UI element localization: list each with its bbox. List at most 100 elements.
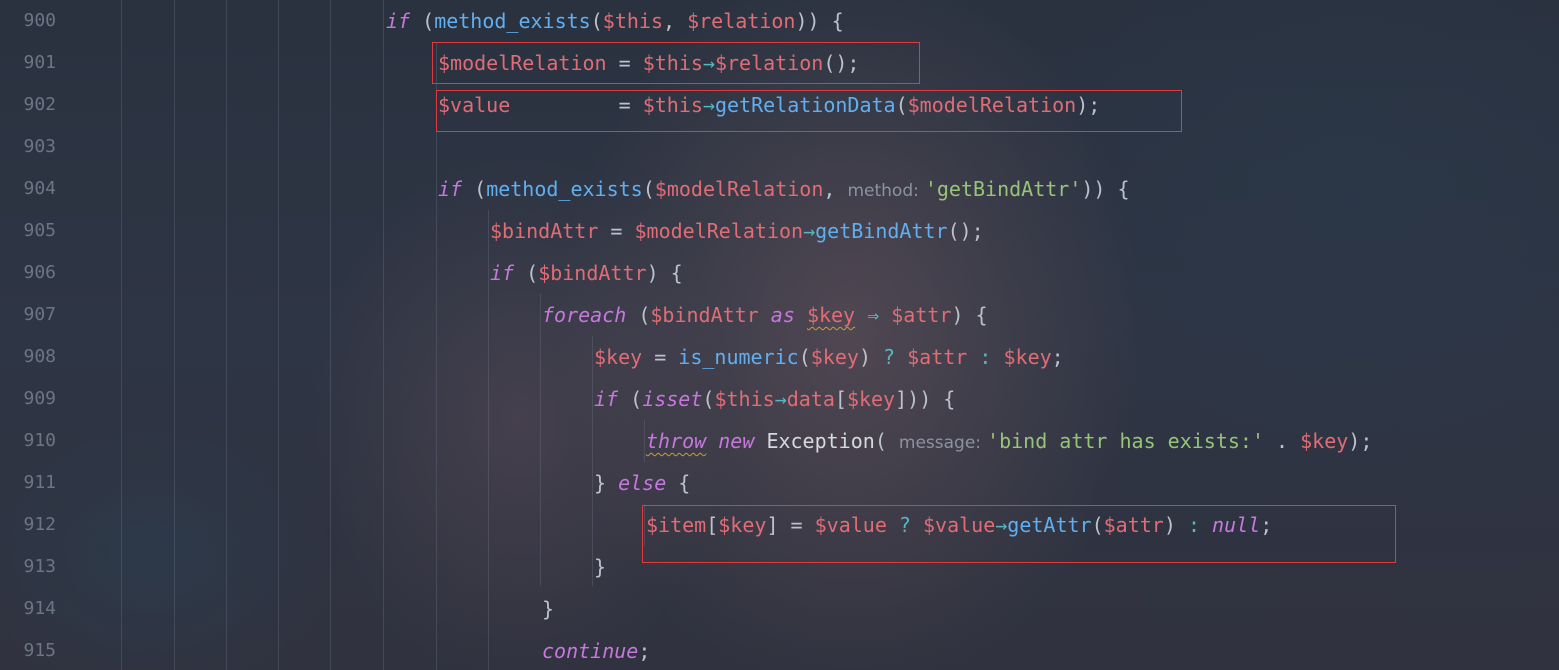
parameter-hint: method: (847, 181, 919, 201)
indent-guide (226, 0, 227, 670)
punctuation: ( (618, 387, 643, 411)
line-number: 901 (23, 52, 56, 73)
indent-guide (644, 420, 645, 462)
arrow-operator: ⇒ (855, 303, 892, 327)
punctuation: ) { (951, 303, 988, 327)
string-literal: 'getBindAttr' (924, 177, 1082, 201)
punctuation (967, 345, 979, 369)
indent-guide (383, 0, 384, 670)
indent-guide (174, 0, 175, 670)
code-line-905[interactable]: $bindAttr = $modelRelation→getBindAttr()… (490, 210, 984, 252)
variable-warning: $key (806, 303, 856, 327)
punctuation (991, 345, 1003, 369)
line-number: 900 (23, 10, 56, 31)
keyword: if (490, 261, 515, 285)
punctuation: ); (1348, 429, 1373, 453)
variable: $attr (907, 345, 968, 369)
punctuation: ])) { (895, 387, 956, 411)
keyword: isset (642, 387, 703, 411)
variable: $this (714, 387, 775, 411)
variable: $bindAttr (538, 261, 647, 285)
code-line-911[interactable]: } else { (594, 462, 690, 504)
indent-guide (121, 0, 122, 670)
line-number: 908 (23, 346, 56, 367)
line-number: 910 (23, 430, 56, 451)
highlight-box-model-relation (432, 42, 920, 84)
highlight-box-value (436, 90, 1182, 132)
line-number: 904 (23, 178, 56, 199)
punctuation: ( (410, 9, 435, 33)
punctuation: . (1264, 429, 1301, 453)
string-literal: 'bind attr has exists:' (987, 429, 1264, 453)
keyword: if (438, 177, 463, 201)
variable: $relation (687, 9, 796, 33)
punctuation: ) (858, 345, 884, 369)
code-line-910[interactable]: throw new Exception( message:'bind attr … (646, 420, 1372, 462)
punctuation: ( (626, 303, 651, 327)
indent-guide (540, 294, 541, 586)
punctuation: = (598, 219, 635, 243)
punctuation: ( (798, 345, 811, 369)
keyword: if (594, 387, 619, 411)
arrow-operator: → (774, 387, 787, 411)
punctuation: } (542, 597, 555, 621)
variable: $this (602, 9, 663, 33)
line-number-gutter: 900 901 902 903 904 905 906 907 908 909 … (0, 0, 100, 670)
code-line-908[interactable]: $key = is_numeric($key) ? $attr : $key; (594, 336, 1064, 378)
punctuation: ) { (646, 261, 683, 285)
code-line-913[interactable]: } (594, 546, 606, 588)
function-name: method_exists (434, 9, 591, 33)
keyword: else (618, 471, 667, 495)
ternary-operator: : (979, 345, 992, 369)
punctuation: ( (514, 261, 539, 285)
punctuation: = (642, 345, 679, 369)
punctuation: { (666, 471, 691, 495)
punctuation: , (823, 177, 848, 201)
punctuation: ; (638, 639, 651, 663)
line-number: 913 (23, 556, 56, 577)
line-number: 905 (23, 220, 56, 241)
code-line-900[interactable]: if (method_exists($this, $relation)) { (386, 0, 844, 42)
variable: $attr (891, 303, 952, 327)
punctuation: } (594, 471, 619, 495)
highlight-box-item-assign (642, 505, 1396, 563)
punctuation: } (594, 555, 607, 579)
punctuation: ( (642, 177, 655, 201)
property-name: data (786, 387, 835, 411)
punctuation: )) { (795, 9, 844, 33)
keyword: new (706, 429, 767, 453)
line-number: 906 (23, 262, 56, 283)
keyword: continue (542, 639, 639, 663)
keyword: as (758, 303, 807, 327)
variable: $modelRelation (634, 219, 804, 243)
code-line-915[interactable]: continue; (542, 630, 650, 670)
variable: $modelRelation (654, 177, 824, 201)
line-number: 902 (23, 94, 56, 115)
indent-guide (330, 0, 331, 670)
variable: $key (846, 387, 896, 411)
punctuation: [ (834, 387, 847, 411)
variable: $key (1003, 345, 1052, 369)
punctuation: ( (590, 9, 603, 33)
function-name: method_exists (486, 177, 643, 201)
code-line-906[interactable]: if ($bindAttr) { (490, 252, 683, 294)
code-line-909[interactable]: if (isset($this→data[$key])) { (594, 378, 955, 420)
punctuation: ( (462, 177, 487, 201)
code-line-914[interactable]: } (542, 588, 554, 630)
variable: $key (1300, 429, 1349, 453)
punctuation: (); (947, 219, 984, 243)
indent-guide (488, 210, 489, 670)
punctuation: )) { (1081, 177, 1130, 201)
indent-guide (592, 336, 593, 586)
ternary-operator: ? (883, 345, 896, 369)
line-number: 903 (23, 136, 56, 157)
variable: $key (594, 345, 643, 369)
function-name: is_numeric (678, 345, 799, 369)
punctuation: , (663, 9, 688, 33)
punctuation: ; (1051, 345, 1064, 369)
line-number: 914 (23, 598, 56, 619)
punctuation (895, 345, 907, 369)
code-line-904[interactable]: if (method_exists($modelRelation, method… (438, 168, 1130, 210)
code-line-907[interactable]: foreach ($bindAttr as $key ⇒ $attr) { (542, 294, 988, 336)
line-number: 907 (23, 304, 56, 325)
